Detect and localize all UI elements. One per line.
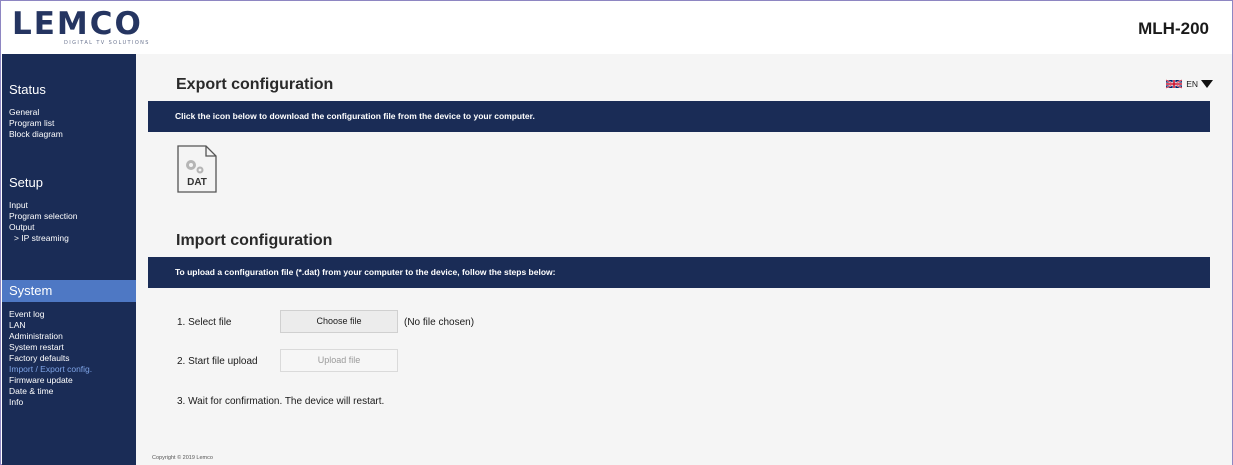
sidebar-item-info[interactable]: Info (2, 397, 136, 408)
import-section-title: Import configuration (176, 232, 333, 249)
sidebar-item-general[interactable]: General (2, 107, 136, 118)
language-code: EN (1186, 79, 1198, 89)
sidebar-item-ip-streaming[interactable]: > IP streaming (2, 233, 136, 244)
nav-section-status: Status General Program list Block diagra… (2, 79, 136, 140)
sidebar-item-program-list[interactable]: Program list (2, 118, 136, 129)
lemco-logo: LEMCO DIGITAL TV SOLUTIONS (12, 6, 162, 49)
sidebar-nav: Status General Program list Block diagra… (2, 54, 136, 465)
dat-icon-label: DAT (187, 177, 207, 188)
import-instruction-bar: To upload a configuration file (*.dat) f… (148, 257, 1210, 288)
page-header: LEMCO DIGITAL TV SOLUTIONS MLH-200 (2, 2, 1232, 54)
sidebar-item-event-log[interactable]: Event log (2, 309, 136, 320)
main-content: Export configuration EN Click the icon b… (136, 54, 1232, 465)
nav-section-system: System Event log LAN Administration Syst… (2, 280, 136, 408)
logo-text: LEMCO (12, 6, 143, 42)
step2-label: 2. Start file upload (177, 356, 258, 367)
sidebar-item-lan[interactable]: LAN (2, 320, 136, 331)
device-model: MLH-200 (1138, 19, 1209, 38)
logo-subtitle: DIGITAL TV SOLUTIONS (64, 40, 150, 46)
step1-label: 1. Select file (177, 317, 232, 328)
copyright-text: Copyright © 2019 Lemco (152, 455, 213, 461)
upload-file-button[interactable]: Upload file (280, 349, 398, 372)
sidebar-item-firmware-update[interactable]: Firmware update (2, 375, 136, 386)
sidebar-item-date-time[interactable]: Date & time (2, 386, 136, 397)
nav-section-setup: Setup Input Program selection Output > I… (2, 172, 136, 244)
sidebar-item-block-diagram[interactable]: Block diagram (2, 129, 136, 140)
language-selector[interactable]: EN (1166, 77, 1213, 91)
choose-file-button[interactable]: Choose file (280, 310, 398, 333)
sidebar-item-program-selection[interactable]: Program selection (2, 211, 136, 222)
step3-label: 3. Wait for confirmation. The device wil… (177, 396, 385, 407)
sidebar-item-administration[interactable]: Administration (2, 331, 136, 342)
dat-file-download-icon[interactable]: DAT (177, 145, 217, 193)
uk-flag-icon (1166, 79, 1183, 89)
export-instruction-bar: Click the icon below to download the con… (148, 101, 1210, 132)
chevron-down-icon (1201, 80, 1213, 88)
sidebar-item-factory-defaults[interactable]: Factory defaults (2, 353, 136, 364)
sidebar-item-system-restart[interactable]: System restart (2, 342, 136, 353)
nav-heading-system[interactable]: System (2, 280, 136, 302)
nav-heading-setup[interactable]: Setup (2, 172, 136, 194)
sidebar-item-import-export-config[interactable]: Import / Export config. (2, 364, 136, 375)
file-status-text: (No file chosen) (404, 317, 475, 328)
export-section-title: Export configuration (176, 76, 334, 93)
sidebar-item-output[interactable]: Output (2, 222, 136, 233)
browser-frame: LEMCO DIGITAL TV SOLUTIONS MLH-200 Statu… (0, 0, 1233, 465)
nav-heading-status[interactable]: Status (2, 79, 136, 101)
sidebar-item-input[interactable]: Input (2, 200, 136, 211)
